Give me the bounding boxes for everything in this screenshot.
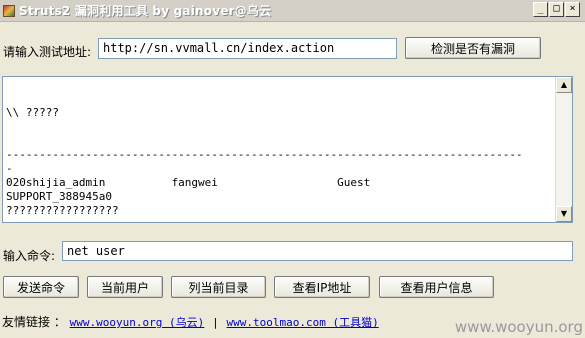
ip-address-button[interactable]: 查看IP地址 bbox=[274, 276, 370, 298]
command-input[interactable]: net user bbox=[62, 241, 573, 261]
footer-label: 友情链接 ： bbox=[2, 315, 66, 329]
window-controls: _ □ × bbox=[533, 2, 580, 17]
title-bar[interactable]: Struts2 漏洞利用工具 by gainover@乌云 _ □ × bbox=[0, 0, 585, 22]
user-info-button[interactable]: 查看用户信息 bbox=[379, 276, 494, 298]
url-input[interactable]: http://sn.vvmall.cn/index.action bbox=[98, 38, 397, 59]
command-label: 输入命令: bbox=[3, 249, 56, 263]
toolmao-link[interactable]: www.toolmao.com (工具猫) bbox=[227, 316, 379, 329]
footer-separator: | bbox=[212, 316, 219, 329]
restore-button[interactable]: □ bbox=[549, 2, 564, 17]
output-scrollbar[interactable]: ▲ ▼ bbox=[555, 77, 572, 222]
window-title: Struts2 漏洞利用工具 by gainover@乌云 bbox=[19, 4, 272, 18]
footer-links: 友情链接 ： www.wooyun.org (乌云) | www.toolmao… bbox=[2, 313, 379, 330]
list-dir-button[interactable]: 列当前目录 bbox=[171, 276, 266, 298]
send-command-button[interactable]: 发送命令 bbox=[3, 276, 79, 298]
output-text: \\ ????? -------------------------------… bbox=[6, 106, 523, 217]
scroll-down-icon[interactable]: ▼ bbox=[556, 206, 572, 222]
output-textarea[interactable]: \\ ????? -------------------------------… bbox=[2, 76, 573, 223]
current-user-button[interactable]: 当前用户 bbox=[87, 276, 163, 298]
watermark: www.wooyun.org bbox=[454, 318, 583, 336]
url-label: 请输入测试地址: bbox=[3, 45, 92, 59]
minimize-button[interactable]: _ bbox=[533, 2, 548, 17]
close-button[interactable]: × bbox=[565, 2, 580, 17]
scroll-up-icon[interactable]: ▲ bbox=[556, 77, 572, 93]
wooyun-link[interactable]: www.wooyun.org (乌云) bbox=[70, 316, 205, 329]
check-vuln-button[interactable]: 检测是否有漏洞 bbox=[405, 37, 541, 59]
app-icon bbox=[3, 4, 15, 17]
